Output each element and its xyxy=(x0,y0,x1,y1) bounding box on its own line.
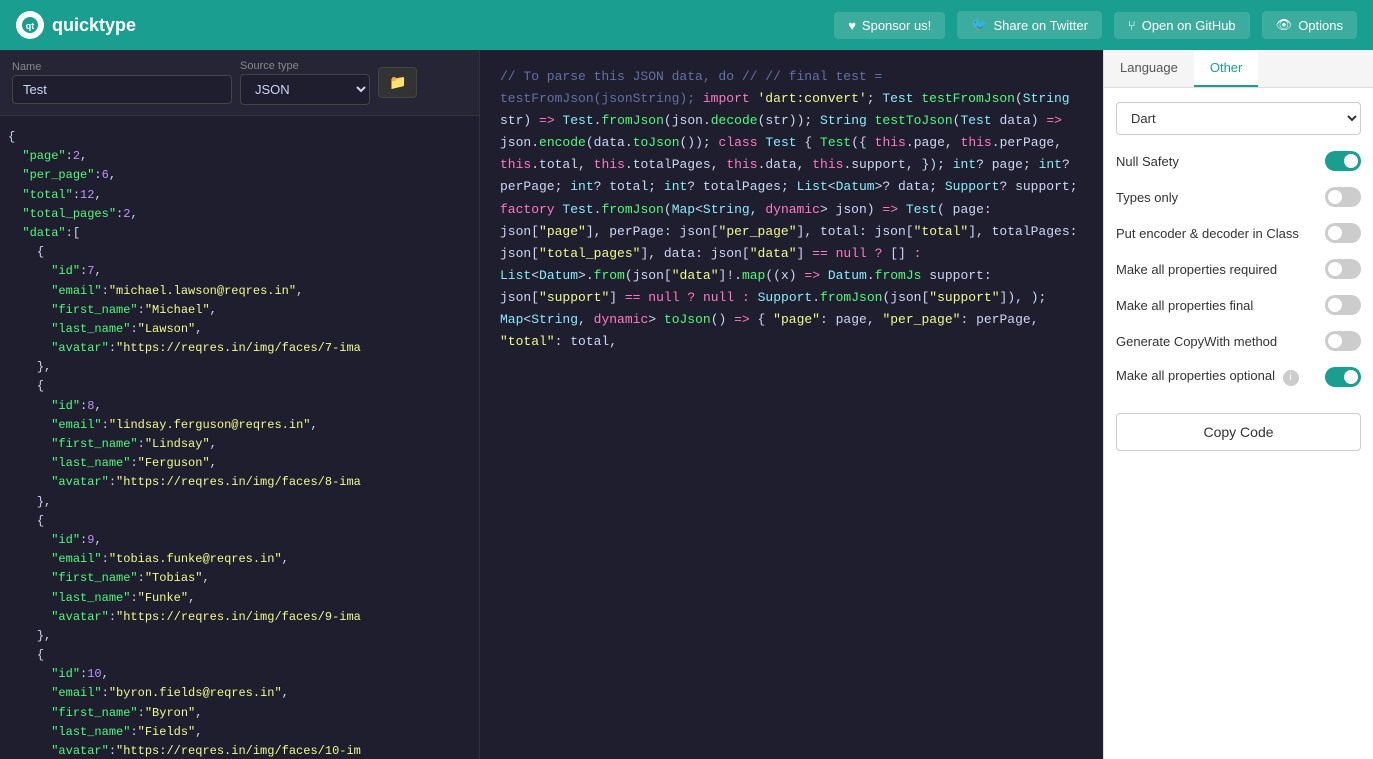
all-final-slider xyxy=(1325,295,1361,315)
code-output[interactable]: // To parse this JSON data, do // // fin… xyxy=(480,50,1103,759)
all-optional-slider xyxy=(1325,367,1361,387)
svg-text:qt: qt xyxy=(26,21,35,31)
name-input[interactable] xyxy=(12,75,232,104)
option-all-required-label: Make all properties required xyxy=(1116,262,1277,277)
option-encoder-decoder: Put encoder & decoder in Class xyxy=(1116,219,1361,247)
option-all-optional-label: Make all properties optional i xyxy=(1116,368,1299,386)
all-optional-toggle[interactable] xyxy=(1325,367,1361,387)
github-button[interactable]: ⑂ Open on GitHub xyxy=(1114,12,1250,39)
copy-code-button[interactable]: Copy Code xyxy=(1116,413,1361,451)
source-type-select[interactable]: JSON JSON Schema TypeScript GraphQL xyxy=(240,74,370,105)
options-body: Dart TypeScript JavaScript Python Go C# … xyxy=(1104,88,1373,405)
types-only-slider xyxy=(1325,187,1361,207)
option-types-only: Types only xyxy=(1116,183,1361,211)
sponsor-label: Sponsor us! xyxy=(862,18,931,33)
types-only-toggle[interactable] xyxy=(1325,187,1361,207)
all-final-toggle[interactable] xyxy=(1325,295,1361,315)
copy-with-toggle[interactable] xyxy=(1325,331,1361,351)
app-header: qt quicktype ♥ Sponsor us! 🐦 Share on Tw… xyxy=(0,0,1373,50)
github-icon: ⑂ xyxy=(1128,18,1136,33)
logo: qt quicktype xyxy=(16,11,136,39)
options-tabs: Language Other xyxy=(1104,50,1373,88)
eye-icon: 👁 xyxy=(1276,17,1293,33)
null-safety-toggle[interactable] xyxy=(1325,151,1361,171)
option-all-optional: Make all properties optional i xyxy=(1116,363,1361,391)
name-label: Name xyxy=(12,61,232,73)
options-button[interactable]: 👁 Options xyxy=(1262,11,1357,39)
name-group: Name xyxy=(12,61,232,104)
option-types-only-label: Types only xyxy=(1116,190,1178,205)
language-select[interactable]: Dart TypeScript JavaScript Python Go C# … xyxy=(1116,102,1361,135)
controls-bar: Name Source type JSON JSON Schema TypeSc… xyxy=(0,50,479,116)
folder-button[interactable]: 📁 xyxy=(378,67,417,98)
options-panel: Language Other Dart TypeScript JavaScrip… xyxy=(1103,50,1373,759)
logo-text: quicktype xyxy=(52,15,136,36)
twitter-button[interactable]: 🐦 Share on Twitter xyxy=(957,11,1102,39)
all-required-slider xyxy=(1325,259,1361,279)
info-icon: i xyxy=(1283,370,1299,386)
sponsor-button[interactable]: ♥ Sponsor us! xyxy=(834,12,945,39)
twitter-icon: 🐦 xyxy=(971,17,987,33)
github-label: Open on GitHub xyxy=(1142,18,1236,33)
copy-with-slider xyxy=(1325,331,1361,351)
left-panel: Name Source type JSON JSON Schema TypeSc… xyxy=(0,50,480,759)
option-all-required: Make all properties required xyxy=(1116,255,1361,283)
option-all-final: Make all properties final xyxy=(1116,291,1361,319)
main-layout: Name Source type JSON JSON Schema TypeSc… xyxy=(0,50,1373,759)
tab-other[interactable]: Other xyxy=(1194,50,1259,87)
encoder-decoder-slider xyxy=(1325,223,1361,243)
logo-icon: qt xyxy=(16,11,44,39)
heart-icon: ♥ xyxy=(848,18,856,33)
tab-language[interactable]: Language xyxy=(1104,50,1194,87)
json-editor[interactable]: { "page":2, "per_page":6, "total":12, "t… xyxy=(0,116,479,759)
option-copy-with-label: Generate CopyWith method xyxy=(1116,334,1277,349)
option-null-safety-label: Null Safety xyxy=(1116,154,1179,169)
source-type-group: Source type JSON JSON Schema TypeScript … xyxy=(240,60,370,105)
all-required-toggle[interactable] xyxy=(1325,259,1361,279)
options-label: Options xyxy=(1298,18,1343,33)
null-safety-slider xyxy=(1325,151,1361,171)
option-null-safety: Null Safety xyxy=(1116,147,1361,175)
option-copy-with: Generate CopyWith method xyxy=(1116,327,1361,355)
source-type-label: Source type xyxy=(240,60,370,72)
twitter-label: Share on Twitter xyxy=(993,18,1087,33)
option-encoder-decoder-label: Put encoder & decoder in Class xyxy=(1116,226,1299,241)
option-all-final-label: Make all properties final xyxy=(1116,298,1253,313)
encoder-decoder-toggle[interactable] xyxy=(1325,223,1361,243)
